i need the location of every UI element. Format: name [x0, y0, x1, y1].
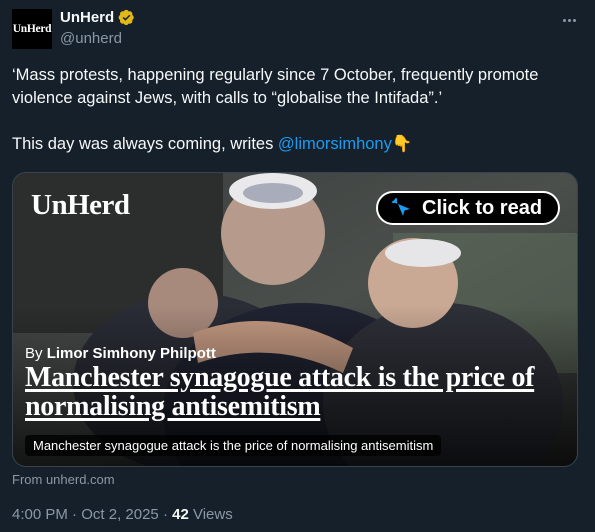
- link-source[interactable]: From unherd.com: [12, 472, 115, 487]
- timestamp-time[interactable]: 4:00 PM: [12, 506, 68, 523]
- timestamp-date[interactable]: Oct 2, 2025: [81, 506, 159, 523]
- meta-separator-2: ·: [158, 506, 173, 523]
- card-caption: Manchester synagogue attack is the price…: [25, 435, 442, 456]
- tweet: UnHerd UnHerd @unherd ‘Mass protests, ha…: [0, 0, 595, 532]
- cursor-click-icon: [392, 198, 410, 216]
- click-to-read-button[interactable]: Click to read: [376, 191, 560, 225]
- click-to-read-label: Click to read: [422, 196, 543, 219]
- tweet-text: ‘Mass protests, happening regularly sinc…: [12, 64, 582, 156]
- tweet-text-line-1: ‘Mass protests, happening regularly sinc…: [12, 66, 539, 107]
- more-options-icon[interactable]: [559, 10, 579, 30]
- byline-author: Limor Simhony Philpott: [46, 345, 216, 362]
- views-count[interactable]: 42: [172, 506, 189, 523]
- author-name-row: UnHerd: [60, 9, 135, 26]
- avatar-logo-text: UnHerd: [12, 23, 52, 35]
- meta-separator: ·: [67, 506, 82, 523]
- mention-link[interactable]: @limorsimhony: [278, 135, 392, 153]
- card-headline: Manchester synagogue attack is the price…: [25, 362, 535, 422]
- display-name[interactable]: UnHerd: [60, 9, 114, 26]
- tweet-meta: 4:00 PM · Oct 2, 2025 · 42 Views: [12, 506, 233, 523]
- card-byline: By Limor Simhony Philpott: [25, 345, 216, 362]
- card-brand-logo: UnHerd: [31, 189, 130, 221]
- link-card[interactable]: UnHerd Click to read By Limor Simhony Ph…: [12, 172, 578, 467]
- verified-badge-icon: [118, 9, 134, 26]
- avatar[interactable]: UnHerd: [12, 9, 52, 49]
- tweet-text-line-2: This day was always coming, writes @limo…: [12, 133, 582, 156]
- tweet-text-prefix: This day was always coming, writes: [12, 135, 278, 153]
- pointing-down-emoji-icon: 👇: [391, 135, 413, 153]
- handle[interactable]: @unherd: [60, 30, 122, 47]
- views-label: Views: [188, 506, 233, 523]
- byline-prefix: By: [25, 345, 43, 362]
